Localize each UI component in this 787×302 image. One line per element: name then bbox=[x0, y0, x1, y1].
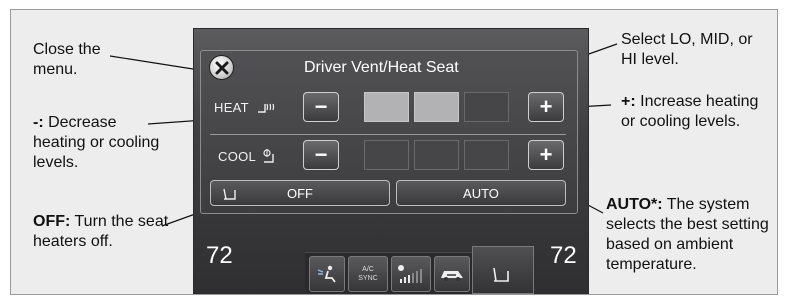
annotation-off: OFF: Turn the seat heaters off. bbox=[33, 213, 169, 250]
heat-level-segment[interactable] bbox=[464, 92, 509, 122]
row-divider bbox=[210, 134, 566, 135]
annotation-decrease: -: Decrease heating or cooling levels. bbox=[33, 114, 160, 171]
annotation-auto: AUTO*: The system selects the best setti… bbox=[606, 196, 769, 273]
fan-speed-button[interactable] bbox=[391, 256, 431, 292]
heat-level-segment[interactable] bbox=[414, 92, 459, 122]
seat-icon bbox=[493, 267, 509, 282]
seat-icon bbox=[223, 188, 236, 200]
heat-label: HEAT bbox=[214, 100, 275, 115]
close-button[interactable] bbox=[209, 55, 234, 80]
fan-icon bbox=[398, 265, 422, 283]
left-temperature[interactable]: 72 bbox=[206, 242, 233, 270]
close-icon bbox=[215, 61, 228, 74]
cool-level-segment[interactable] bbox=[464, 140, 509, 170]
off-button[interactable]: OFF bbox=[210, 180, 390, 206]
cool-increase-button[interactable]: + bbox=[528, 140, 564, 170]
popup-title: Driver Vent/Heat Seat bbox=[304, 59, 459, 76]
auto-button[interactable]: AUTO bbox=[396, 180, 566, 206]
airflow-icon bbox=[317, 265, 336, 283]
annotation-select-level: Select LO, MID, or HI level. bbox=[621, 31, 753, 68]
heat-level-segment[interactable] bbox=[364, 92, 409, 122]
cool-label: COOL bbox=[218, 148, 279, 164]
cool-decrease-button[interactable]: − bbox=[303, 140, 339, 170]
annotation-close: Close the menu. bbox=[33, 41, 101, 78]
seat-heat-icon bbox=[257, 103, 274, 113]
ac-sync-button[interactable]: A/C SYNC bbox=[348, 256, 388, 292]
heat-decrease-button[interactable]: − bbox=[303, 92, 339, 122]
right-temperature[interactable]: 72 bbox=[550, 242, 577, 270]
heat-increase-button[interactable]: + bbox=[528, 92, 564, 122]
cool-level-segment[interactable] bbox=[364, 140, 409, 170]
recirculation-button[interactable] bbox=[434, 256, 470, 292]
seat-control-button[interactable] bbox=[472, 246, 534, 294]
cool-level-segment[interactable] bbox=[414, 140, 459, 170]
annotation-increase: +: Increase heating or cooling levels. bbox=[621, 93, 759, 130]
recirculation-icon bbox=[441, 271, 463, 281]
airflow-button[interactable] bbox=[309, 256, 345, 292]
seat-cool-icon bbox=[263, 149, 275, 163]
